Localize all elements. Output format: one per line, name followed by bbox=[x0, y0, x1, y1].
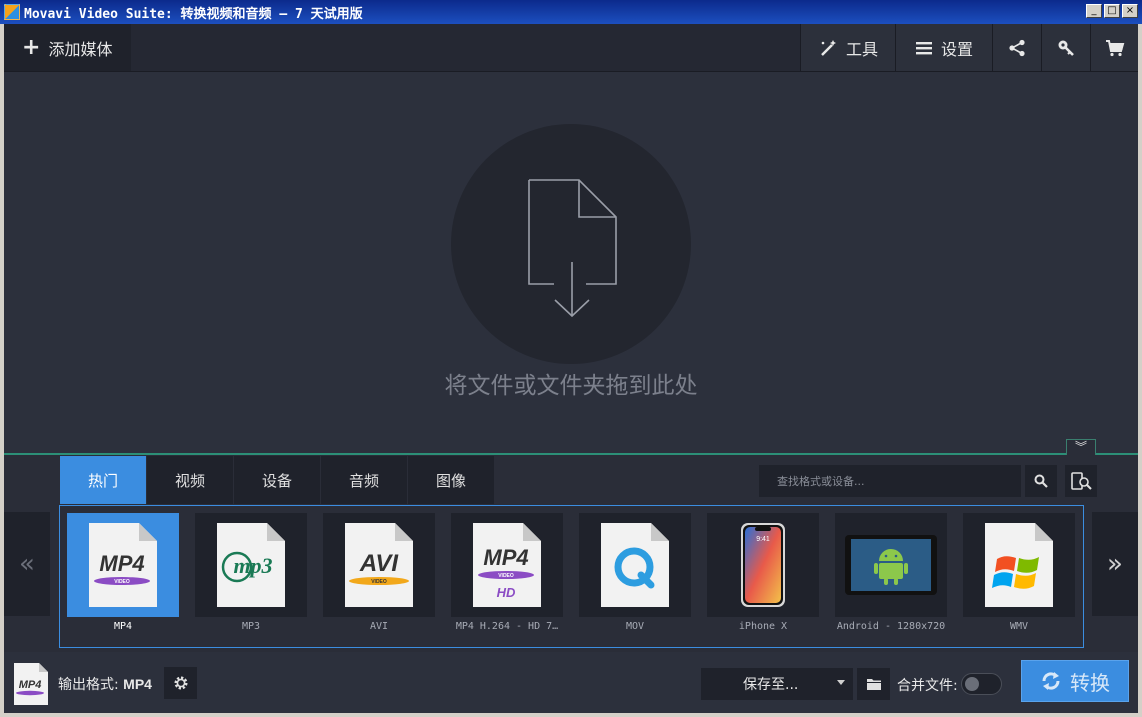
mp4-icon-text: MP4 bbox=[19, 679, 42, 691]
top-toolbar: + 添加媒体 工具 设置 bbox=[4, 24, 1138, 72]
share-button[interactable] bbox=[992, 24, 1041, 71]
prev-formats-button[interactable]: « bbox=[4, 512, 50, 616]
format-item-iphone-x[interactable]: 9:41 bbox=[707, 513, 819, 617]
close-button[interactable]: × bbox=[1122, 4, 1138, 18]
format-label-iphone-x: iPhone X bbox=[738, 621, 788, 632]
mp3-audio-icon: mp3 bbox=[217, 523, 285, 607]
avi-icon-text: AVI bbox=[359, 550, 400, 577]
mp3-icon-text: mp3 bbox=[233, 553, 272, 578]
menu-icon bbox=[915, 41, 932, 54]
detect-device-button[interactable] bbox=[1065, 465, 1097, 497]
tab-popular[interactable]: 热门 bbox=[60, 456, 147, 504]
folder-icon bbox=[866, 679, 881, 690]
tab-audio[interactable]: 音频 bbox=[321, 456, 408, 504]
search-icon bbox=[1034, 474, 1048, 488]
tab-video[interactable]: 视频 bbox=[147, 456, 234, 504]
gear-icon bbox=[174, 676, 187, 690]
bottom-bar: MP4 输出格式: MP4 保存至... 合并文件: 转换 bbox=[4, 652, 1138, 713]
app-window: + 添加媒体 工具 设置 将文件或文件夹拖到此处 ︾ 热门 视频 设备 音频 图… bbox=[4, 24, 1138, 713]
window-title: Movavi Video Suite: 转换视频和音频 – 7 天试用版 bbox=[24, 6, 363, 22]
settings-label: 设置 bbox=[940, 39, 973, 59]
format-tabs: 热门 视频 设备 音频 图像 bbox=[60, 456, 495, 504]
share-icon bbox=[1009, 39, 1025, 56]
format-label-android: Android - 1280x720 bbox=[836, 621, 946, 632]
mp4-icon-text: MP4 bbox=[99, 551, 144, 576]
hd-icon-text: HD bbox=[497, 585, 516, 600]
output-format-mp4-icon: MP4 bbox=[14, 663, 48, 705]
device-search-icon bbox=[1071, 472, 1092, 490]
format-label-avi: AVI bbox=[369, 621, 389, 632]
window-controls: _ □ × bbox=[1086, 4, 1138, 18]
quicktime-mov-icon bbox=[601, 523, 669, 607]
convert-refresh-icon bbox=[1042, 672, 1060, 690]
add-media-label: 添加媒体 bbox=[48, 39, 113, 59]
format-label-wmv: WMV bbox=[1009, 621, 1029, 632]
avi-video-icon: AVI VIDEO bbox=[345, 523, 413, 607]
format-panel: ︾ 热门 视频 设备 音频 图像 查找格式或设备... « » MP4 VIDE… bbox=[4, 439, 1138, 652]
collapse-panel-button[interactable]: ︾ bbox=[1066, 439, 1096, 455]
toggle-knob bbox=[965, 677, 979, 691]
tab-devices[interactable]: 设备 bbox=[234, 456, 321, 504]
format-item-avi[interactable]: AVI VIDEO bbox=[323, 513, 435, 617]
cart-icon bbox=[1105, 39, 1124, 56]
search-button[interactable] bbox=[1025, 465, 1057, 497]
toolbar-right-group: 工具 设置 bbox=[800, 24, 1138, 71]
movavi-app-icon bbox=[4, 4, 20, 20]
add-media-button[interactable]: + 添加媒体 bbox=[4, 24, 131, 71]
mp4-hd-video-icon: MP4 VIDEO HD bbox=[473, 523, 541, 607]
format-item-android[interactable] bbox=[835, 513, 947, 617]
minimize-button[interactable]: _ bbox=[1086, 4, 1102, 18]
convert-label: 转换 bbox=[1070, 670, 1110, 695]
format-label-mp4: MP4 bbox=[113, 621, 133, 632]
plus-icon: + bbox=[22, 34, 41, 60]
phone-time-text: 9:41 bbox=[756, 536, 770, 543]
video-icon-text: VIDEO bbox=[114, 579, 130, 585]
tools-button[interactable]: 工具 bbox=[800, 24, 895, 71]
drop-zone[interactable]: 将文件或文件夹拖到此处 bbox=[4, 72, 1138, 453]
format-search-input[interactable]: 查找格式或设备... bbox=[759, 465, 1021, 497]
open-folder-button[interactable] bbox=[857, 668, 890, 700]
tools-label: 工具 bbox=[845, 39, 878, 59]
output-format-prefix: 输出格式: bbox=[58, 677, 119, 693]
windows-media-icon bbox=[985, 523, 1053, 607]
drop-hint-text: 将文件或文件夹拖到此处 bbox=[444, 373, 698, 399]
activation-key-button[interactable] bbox=[1041, 24, 1090, 71]
format-item-mp4-hd[interactable]: MP4 VIDEO HD bbox=[451, 513, 563, 617]
maximize-button[interactable]: □ bbox=[1104, 4, 1120, 18]
format-item-mov[interactable] bbox=[579, 513, 691, 617]
format-list: MP4 VIDEO MP4 mp3 MP3 AVI VIDEO AVI MP4 … bbox=[59, 505, 1084, 648]
output-format-label: 输出格式: MP4 bbox=[58, 674, 152, 694]
window-titlebar: Movavi Video Suite: 转换视频和音频 – 7 天试用版 _ □… bbox=[0, 0, 1142, 24]
merge-files-toggle[interactable] bbox=[961, 673, 1002, 695]
key-icon bbox=[1058, 40, 1074, 56]
mp4-video-icon: MP4 VIDEO bbox=[89, 523, 157, 607]
tab-images[interactable]: 图像 bbox=[408, 456, 495, 504]
iphone-icon: 9:41 bbox=[741, 523, 785, 607]
format-label-mp4-hd: MP4 H.264 - HD 7… bbox=[455, 621, 559, 632]
convert-button[interactable]: 转换 bbox=[1021, 660, 1129, 702]
save-to-dropdown[interactable]: 保存至... bbox=[701, 668, 853, 700]
save-to-label: 保存至... bbox=[743, 677, 799, 693]
chevron-down-icon bbox=[837, 680, 845, 685]
android-tablet-icon bbox=[845, 535, 937, 595]
file-drop-icon bbox=[528, 179, 617, 318]
merge-files-label: 合并文件: bbox=[897, 678, 958, 694]
format-item-wmv[interactable] bbox=[963, 513, 1075, 617]
store-button[interactable] bbox=[1090, 24, 1138, 71]
format-item-mp3[interactable]: mp3 bbox=[195, 513, 307, 617]
video-icon-text: VIDEO bbox=[498, 573, 514, 579]
settings-button[interactable]: 设置 bbox=[895, 24, 992, 71]
format-label-mp3: MP3 bbox=[241, 621, 261, 632]
output-format-value: MP4 bbox=[123, 676, 152, 692]
format-item-mp4[interactable]: MP4 VIDEO bbox=[67, 513, 179, 617]
format-label-mov: MOV bbox=[625, 621, 645, 632]
next-formats-button[interactable]: » bbox=[1092, 512, 1138, 616]
mp4-icon-text: MP4 bbox=[483, 545, 528, 570]
drop-target-circle[interactable] bbox=[451, 124, 691, 364]
output-settings-button[interactable] bbox=[164, 667, 197, 699]
video-icon-text: VIDEO bbox=[371, 579, 387, 585]
magic-wand-icon bbox=[821, 39, 836, 56]
